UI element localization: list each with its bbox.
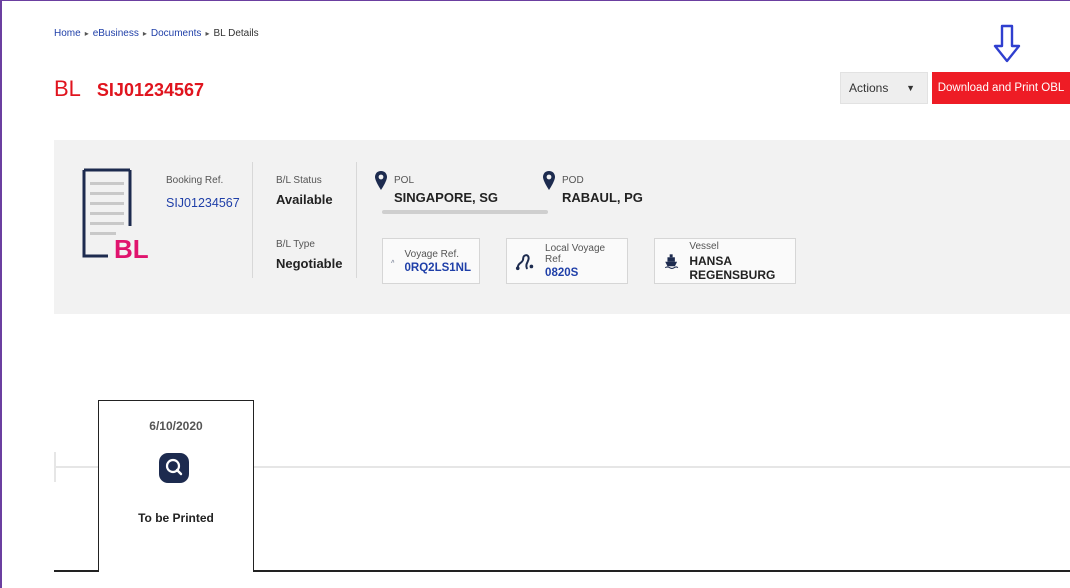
- actions-label: Actions: [849, 81, 889, 95]
- bl-status-label: B/L Status: [276, 175, 322, 186]
- tab-baseline: [54, 570, 99, 572]
- location-pin-icon: [543, 171, 555, 190]
- actions-dropdown[interactable]: Actions ▼: [840, 72, 928, 104]
- local-voyage-ref-link[interactable]: 0820S: [545, 267, 619, 279]
- download-print-obl-button[interactable]: Download and Print OBL: [932, 72, 1070, 104]
- ship-icon: [664, 254, 679, 269]
- booking-ref-block: Booking Ref. SIJ01234567: [166, 170, 240, 210]
- breadcrumb-documents[interactable]: Documents: [151, 28, 202, 39]
- voyage-ref-link[interactable]: 0RQ2LS1NL: [405, 262, 471, 274]
- breadcrumb-current: BL Details: [213, 28, 259, 39]
- pol-value: SINGAPORE, SG: [394, 190, 499, 205]
- location-pin-icon: [375, 171, 387, 190]
- booking-ref-label: Booking Ref.: [166, 175, 224, 186]
- pol-block: POL SINGAPORE, SG: [374, 170, 498, 205]
- page-title-bl-number: SIJ01234567: [96, 80, 205, 100]
- voyage-route-icon: [391, 259, 395, 263]
- page-title-prefix: BL: [54, 76, 81, 101]
- chevron-down-icon: ▼: [906, 83, 915, 93]
- vessel-value: HANSA REGENSBURG: [689, 253, 776, 282]
- divider: [356, 162, 357, 278]
- page-title: BL SIJ01234567: [54, 76, 204, 102]
- booking-ref-link[interactable]: SIJ01234567: [166, 196, 240, 210]
- timeline-stage-card[interactable]: 6/10/2020 To be Printed: [98, 400, 254, 572]
- breadcrumb-separator: ▸: [84, 29, 89, 38]
- timeline-start-tick: [54, 452, 56, 482]
- document-bl-icon-text: BL: [114, 234, 149, 264]
- bl-type-block: B/L Type Negotiable: [276, 234, 342, 271]
- breadcrumb-home[interactable]: Home: [54, 28, 81, 39]
- breadcrumb: Home ▸ eBusiness ▸ Documents ▸ BL Details: [54, 28, 259, 39]
- local-voyage-ref-box: Local Voyage Ref. 0820S: [506, 238, 628, 284]
- bl-status-block: B/L Status Available: [276, 170, 333, 207]
- divider: [252, 162, 253, 278]
- arrow-down-icon: [993, 24, 1021, 63]
- breadcrumb-ebusiness[interactable]: eBusiness: [93, 28, 139, 39]
- breadcrumb-separator: ▸: [142, 29, 147, 38]
- pod-value: RABAUL, PG: [562, 190, 643, 205]
- local-voyage-ref-label: Local Voyage Ref.: [545, 243, 606, 265]
- voyage-route-icon: [515, 254, 534, 271]
- voyage-ref-label: Voyage Ref.: [404, 248, 460, 260]
- bl-status-value: Available: [276, 192, 333, 207]
- pod-label: POD: [562, 175, 584, 186]
- pod-block: POD RABAUL, PG: [542, 170, 643, 205]
- bl-type-label: B/L Type: [276, 239, 315, 250]
- bl-type-value: Negotiable: [276, 256, 343, 271]
- stage-label: To be Printed: [138, 511, 214, 525]
- route-progress-bar: [382, 210, 548, 214]
- bl-summary-panel: BL Booking Ref. SIJ01234567 B/L Status A…: [54, 140, 1070, 314]
- document-bl-icon: BL: [82, 168, 149, 264]
- breadcrumb-separator: ▸: [205, 29, 210, 38]
- pol-label: POL: [394, 175, 415, 186]
- vessel-label: Vessel: [689, 240, 719, 252]
- voyage-ref-box: Voyage Ref. 0RQ2LS1NL: [382, 238, 480, 284]
- tab-baseline: [253, 570, 1070, 572]
- stage-date: 6/10/2020: [149, 419, 203, 433]
- search-magnifier-icon: [159, 453, 189, 483]
- vessel-box: Vessel HANSA REGENSBURG: [654, 238, 796, 284]
